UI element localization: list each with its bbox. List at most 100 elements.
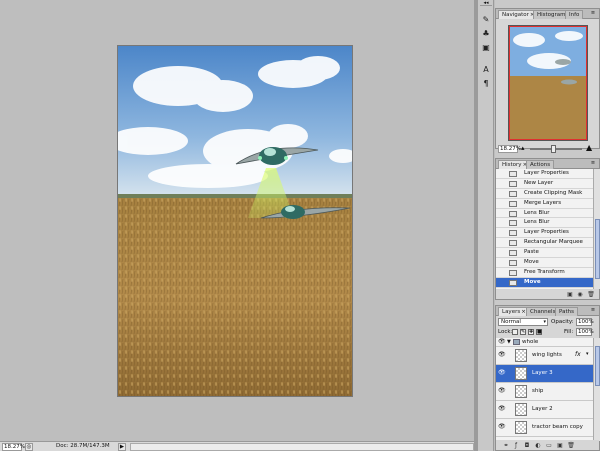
scrollbar-thumb[interactable] xyxy=(595,219,600,279)
status-bar: 18.27% ◎ Doc: 28.7M/147.3M ▶ xyxy=(0,441,474,451)
adjustment-layer-icon[interactable]: ◐ xyxy=(534,442,542,449)
blend-mode-select[interactable]: Normal ▾ xyxy=(498,318,548,326)
layer-row[interactable]: 👁 Layer 3 xyxy=(496,365,593,383)
paragraph-icon[interactable]: ¶ xyxy=(480,78,492,89)
navigator-tabs: Navigator× Histogram Info ≡ xyxy=(496,9,599,19)
new-layer-icon[interactable]: ▣ xyxy=(556,442,564,449)
history-item[interactable]: Layer Properties xyxy=(496,169,593,179)
history-scrollbar[interactable] xyxy=(593,169,600,289)
new-group-icon[interactable]: ▭ xyxy=(545,442,553,449)
document-canvas[interactable] xyxy=(117,45,353,397)
layer-row[interactable]: 👁 Layer 2 xyxy=(496,401,593,419)
layers-scrollbar[interactable] xyxy=(593,338,600,441)
layer-mask-icon[interactable]: ◘ xyxy=(523,442,531,449)
collapsed-panel-strip: ◂◂ ✎ ♣ ▣ A ¶ xyxy=(478,0,494,451)
move-icon xyxy=(509,279,517,286)
history-item[interactable]: Lens Blur xyxy=(496,218,593,229)
layer-thumbnail xyxy=(515,385,527,398)
zoom-level-field[interactable]: 18.27% xyxy=(2,443,25,451)
lock-all-icon[interactable]: ■ xyxy=(536,329,542,335)
history-tabs: History× Actions ≡ xyxy=(496,159,599,169)
navigator-zoom-field[interactable]: 18.27% xyxy=(498,145,521,153)
history-item[interactable]: Free Transform xyxy=(496,268,593,278)
panel-menu-icon[interactable]: ≡ xyxy=(589,10,597,17)
character-icon[interactable]: A xyxy=(480,64,492,75)
history-item[interactable]: Create Clipping Mask xyxy=(496,189,593,199)
history-item[interactable]: Paste xyxy=(496,248,593,259)
opacity-field[interactable]: 100% xyxy=(576,318,594,326)
tool-presets-icon[interactable]: ▣ xyxy=(480,42,492,53)
scrollbar-thumb[interactable] xyxy=(595,346,600,386)
visibility-eye-icon[interactable]: 👁 xyxy=(498,352,506,358)
layer-thumbnail xyxy=(515,421,527,434)
trash-icon[interactable]: 🗑 xyxy=(567,442,575,449)
new-document-from-state-icon[interactable]: ▣ xyxy=(566,291,574,298)
status-arrow-icon[interactable]: ▶ xyxy=(118,443,126,451)
chevron-down-icon: ▾ xyxy=(543,319,546,325)
navigator-zoom-controls: 18.27% ▴ ▲ xyxy=(496,144,599,154)
tab-actions[interactable]: Actions xyxy=(526,160,555,169)
navigator-view-box[interactable] xyxy=(509,26,587,140)
zoom-slider-track[interactable] xyxy=(530,148,582,150)
layers-footer: ⚭ ƒ ◘ ◐ ▭ ▣ 🗑 xyxy=(496,440,599,450)
tab-info[interactable]: Info xyxy=(565,10,584,19)
canvas-area[interactable] xyxy=(0,0,474,441)
tab-paths[interactable]: Paths xyxy=(555,307,578,316)
lock-pixels-icon[interactable]: ✎ xyxy=(520,329,526,335)
history-item[interactable]: Lens Blur xyxy=(496,209,593,219)
layer-effects-icon[interactable]: fx xyxy=(575,351,581,358)
history-item-label: Lens Blur xyxy=(524,219,550,226)
collapse-arrows-icon[interactable]: ◂◂ xyxy=(480,0,492,6)
zoom-in-icon[interactable]: ▲ xyxy=(586,144,595,153)
link-layers-icon[interactable]: ⚭ xyxy=(502,442,510,449)
history-item-label: Layer Properties xyxy=(524,229,569,236)
lock-position-icon[interactable]: ✚ xyxy=(528,329,534,335)
zoom-slider-thumb[interactable] xyxy=(551,145,556,153)
layer-name: whole xyxy=(522,339,539,345)
layers-tabs: Layers× Channels Paths ≡ xyxy=(496,306,599,316)
history-item-label: Free Transform xyxy=(524,268,565,275)
step-icon xyxy=(509,171,517,177)
horizontal-scrollbar[interactable] xyxy=(130,443,474,451)
history-item[interactable]: New Layer xyxy=(496,179,593,189)
visibility-eye-icon[interactable]: 👁 xyxy=(498,339,506,345)
status-menu-icon[interactable]: ◎ xyxy=(25,443,33,451)
layer-name: wing lights xyxy=(532,352,562,358)
layer-name: Layer 3 xyxy=(532,370,553,376)
visibility-eye-icon[interactable]: 👁 xyxy=(498,424,506,430)
layer-row[interactable]: 👁 wing lights fx ▾ xyxy=(496,347,593,365)
visibility-eye-icon[interactable]: 👁 xyxy=(498,406,506,412)
lock-transparency-icon[interactable] xyxy=(512,329,518,335)
clone-stamp-icon[interactable]: ♣ xyxy=(480,28,492,39)
snapshot-icon[interactable]: ◉ xyxy=(576,291,584,298)
step-icon xyxy=(509,230,517,237)
layer-row[interactable]: 👁 ship xyxy=(496,383,593,401)
panel-menu-icon[interactable]: ≡ xyxy=(589,160,597,167)
history-item[interactable]: Move xyxy=(496,258,593,268)
trash-icon[interactable]: 🗑 xyxy=(587,291,595,298)
layer-style-icon[interactable]: ƒ xyxy=(512,442,520,449)
history-item[interactable]: Move xyxy=(496,277,593,288)
visibility-eye-icon[interactable]: 👁 xyxy=(498,388,506,394)
visibility-eye-icon[interactable]: 👁 xyxy=(498,370,506,376)
zoom-out-icon[interactable]: ▴ xyxy=(521,145,529,153)
panel-menu-icon[interactable]: ≡ xyxy=(589,307,597,314)
history-item-label: Move xyxy=(524,259,539,266)
layer-row[interactable]: 👁 tractor beam copy xyxy=(496,419,593,437)
step-icon xyxy=(509,220,517,227)
history-item[interactable]: Rectangular Marquee xyxy=(496,238,593,249)
chevron-down-icon[interactable]: ▾ xyxy=(586,351,589,357)
history-item-label: Rectangular Marquee xyxy=(524,239,583,246)
brush-tool-icon[interactable]: ✎ xyxy=(480,14,492,25)
document-size-info: Doc: 28.7M/147.3M xyxy=(56,443,110,449)
fill-field[interactable]: 100% xyxy=(576,328,594,336)
history-item-label: Layer Properties xyxy=(524,170,569,176)
history-item[interactable]: Merge Layers xyxy=(496,199,593,209)
lock-label: Lock: xyxy=(498,329,513,335)
history-footer: ▣ ◉ 🗑 xyxy=(496,289,599,300)
step-icon xyxy=(509,200,517,207)
history-item[interactable]: Layer Properties xyxy=(496,228,593,239)
layer-group-row[interactable]: 👁 ▼ whole xyxy=(496,338,593,347)
navigator-preview[interactable] xyxy=(508,25,588,141)
expand-triangle-icon[interactable]: ▼ xyxy=(507,339,511,345)
